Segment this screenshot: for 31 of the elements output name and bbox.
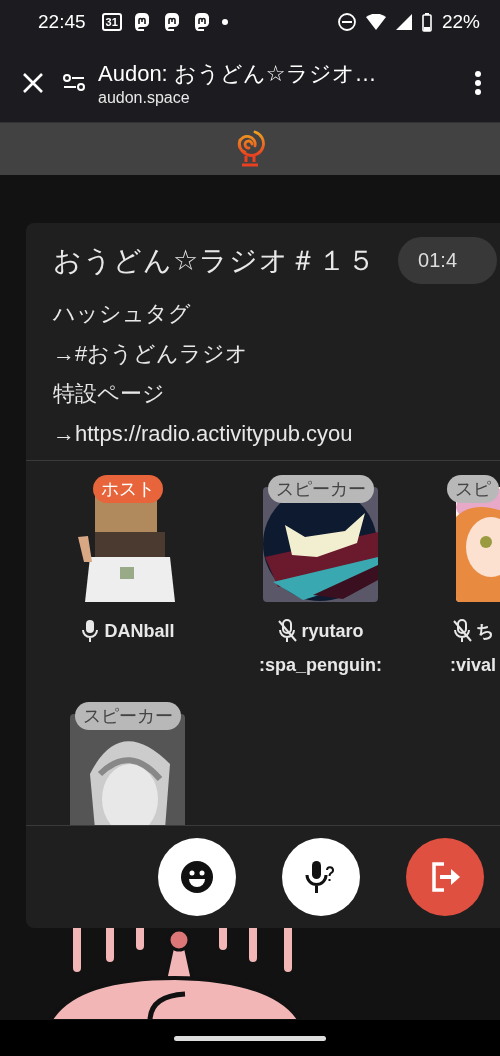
participant-name: DANball [104,620,175,643]
participant-name: :vival [450,654,496,677]
logo-icon [235,128,265,170]
site-settings-button[interactable] [62,73,86,93]
signal-icon [395,14,412,30]
description-line: ハッシュタグ [53,300,192,328]
battery-icon [421,12,432,32]
participant-name: ち [476,620,494,643]
role-badge: スピ [447,475,499,503]
clock: 22:45 [38,11,86,33]
close-button[interactable] [22,72,44,94]
participant-name: :spa_penguin: [259,654,382,677]
page-title: Audon: おうどん☆ラジオ… [98,60,378,88]
smiley-icon [180,859,214,894]
calendar-icon: 31 [101,13,122,31]
home-handle[interactable] [174,1035,326,1041]
more-notifications-dot [221,19,228,25]
battery-percent: 22% [441,11,480,33]
role-badge: ホスト [92,475,163,503]
do-not-disturb-icon [337,13,356,31]
participant-name: ryutaro [301,620,364,643]
menu-button[interactable] [474,70,482,96]
elapsed-timer: 01:4 [398,237,498,284]
room-title: おうどん☆ラジオ＃１５ [53,243,377,278]
description-line: →https://radio.activitypub.cyou [53,420,354,448]
description-line: 特設ページ [53,380,166,408]
role-badge: スピーカー [267,475,374,503]
description-line: →#おうどんラジオ [53,340,250,368]
role-badge: スピーカー [74,702,181,730]
page-url: audon.space [98,89,191,107]
wifi-icon [365,14,386,30]
